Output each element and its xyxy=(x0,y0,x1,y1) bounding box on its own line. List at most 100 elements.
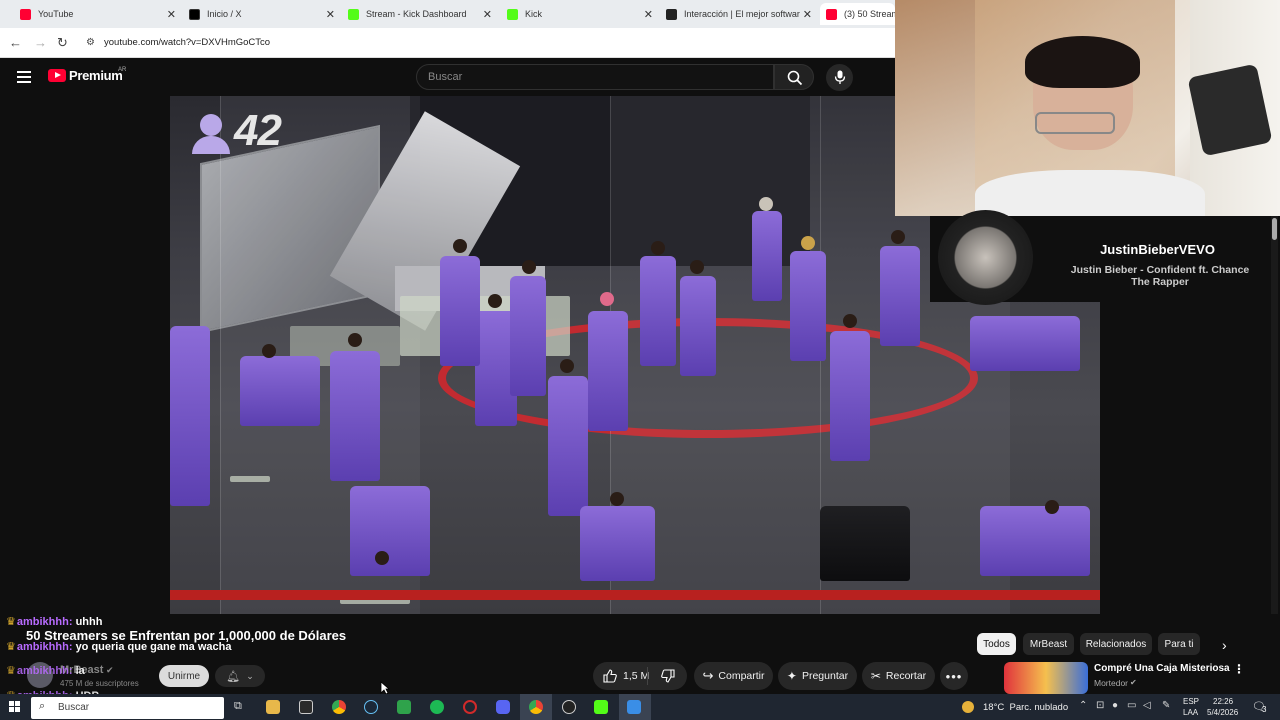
browser-tab[interactable]: Stream - Kick Dashboard ✕ xyxy=(348,3,496,25)
chat-message: ♛ambikhhh: la xyxy=(6,664,85,677)
contestant-head xyxy=(801,236,815,250)
reload-icon[interactable]: ↻ xyxy=(57,35,68,51)
chip-mrbeast[interactable]: MrBeast xyxy=(1023,633,1074,655)
contestant-head xyxy=(610,492,624,506)
search-input[interactable]: Buscar xyxy=(416,64,774,90)
store-icon[interactable] xyxy=(299,700,313,714)
file-explorer-icon[interactable] xyxy=(266,700,280,714)
chrome-icon[interactable] xyxy=(332,700,346,714)
chip-relacionados[interactable]: Relacionados xyxy=(1080,633,1152,655)
share-button[interactable]: ↪ Compartir xyxy=(694,662,773,690)
contestant-head xyxy=(843,314,857,328)
subscribed-button[interactable]: 🔔︎ ⌄ xyxy=(215,665,265,687)
contestant-head xyxy=(1045,500,1059,514)
join-button[interactable]: Unirme xyxy=(159,665,209,687)
pen-icon[interactable]: ✎ xyxy=(1162,700,1170,711)
app-icon[interactable] xyxy=(397,700,411,714)
taskbar-search[interactable]: ⌕ Buscar xyxy=(31,697,224,719)
verified-icon: ✔ xyxy=(1130,678,1137,687)
browser-tab-active[interactable]: (3) 50 Streamer xyxy=(820,3,895,25)
voice-search-button[interactable] xyxy=(826,64,853,91)
steam-icon[interactable] xyxy=(364,700,378,714)
browser-tab[interactable]: Kick ✕ xyxy=(507,3,657,25)
contestant-head xyxy=(262,344,276,358)
contestant-black xyxy=(820,506,910,581)
contestant-head xyxy=(759,197,773,211)
like-count: 1,5 M xyxy=(623,670,650,682)
lang-code-2[interactable]: LAA xyxy=(1183,708,1198,717)
chip-todos[interactable]: Todos xyxy=(977,633,1016,655)
site-info-icon[interactable]: ⚙ xyxy=(86,37,95,48)
crown-icon: ♛ xyxy=(6,665,16,677)
more-actions-button[interactable]: ••• xyxy=(940,662,968,690)
forward-icon[interactable]: → xyxy=(34,35,47,50)
contestant-head xyxy=(690,260,704,274)
windows-start-icon[interactable] xyxy=(9,701,21,713)
close-tab-icon[interactable]: ✕ xyxy=(483,8,492,21)
chevron-right-icon[interactable]: › xyxy=(1222,637,1227,653)
ask-button[interactable]: ✦ Preguntar xyxy=(778,662,857,690)
premium-logo[interactable]: Premium xyxy=(69,68,123,83)
now-playing-song: Justin Bieber - Confident ft. Chance The… xyxy=(1070,264,1250,288)
chevron-up-icon[interactable]: ⌃ xyxy=(1079,700,1087,711)
contestant xyxy=(680,276,716,376)
network-icon[interactable]: ⊡ xyxy=(1096,700,1104,711)
chip-para-ti[interactable]: Para ti xyxy=(1158,633,1200,655)
clock-time[interactable]: 22:26 xyxy=(1213,697,1233,706)
url-field[interactable]: youtube.com/watch?v=DXVHmGoCTco xyxy=(104,37,270,48)
verified-icon: ✔ xyxy=(106,665,114,675)
chrome-icon[interactable] xyxy=(529,700,543,714)
clip-button[interactable]: ✂ Recortar xyxy=(862,662,935,690)
chat-text: uhhh xyxy=(75,616,103,628)
region-code: AR xyxy=(118,67,127,73)
clock-date[interactable]: 5/4/2026 xyxy=(1207,708,1238,717)
weather-text[interactable]: 18°C Parc. nublado xyxy=(983,702,1068,713)
contestant xyxy=(752,211,782,301)
close-tab-icon[interactable]: ✕ xyxy=(326,8,335,21)
app-icon[interactable] xyxy=(627,700,641,714)
like-button[interactable]: 1,5 M xyxy=(593,662,687,690)
browser-tab[interactable]: YouTube ✕ xyxy=(20,3,180,25)
search-button[interactable] xyxy=(774,64,814,90)
chat-user: ambikhhh: xyxy=(16,641,73,653)
close-tab-icon[interactable]: ✕ xyxy=(167,8,176,21)
contestant xyxy=(588,311,628,431)
browser-tab[interactable]: Inicio / X ✕ xyxy=(189,3,339,25)
close-tab-icon[interactable]: ✕ xyxy=(799,7,812,21)
close-tab-icon[interactable]: ✕ xyxy=(644,8,653,21)
kick-favicon-icon xyxy=(348,8,359,20)
tab-title: Kick xyxy=(525,9,543,19)
recommended-title[interactable]: Compré Una Caja Misteriosa xyxy=(1094,663,1230,674)
menu-icon[interactable] xyxy=(17,71,31,83)
kick-icon[interactable] xyxy=(594,700,608,714)
contestant xyxy=(170,326,210,506)
weather-icon[interactable] xyxy=(962,701,974,713)
contestant xyxy=(510,276,546,396)
back-icon[interactable]: ← xyxy=(9,35,22,50)
dislike-icon[interactable] xyxy=(661,669,675,683)
youtube-favicon-icon xyxy=(826,8,837,20)
lang-code-1[interactable]: ESP xyxy=(1183,697,1199,706)
like-icon xyxy=(603,669,617,683)
crown-icon: ♛ xyxy=(6,641,16,653)
discord-icon[interactable] xyxy=(496,700,510,714)
opera-icon[interactable] xyxy=(463,700,477,714)
task-view-icon[interactable]: ⧉ xyxy=(234,700,242,713)
contestant xyxy=(640,256,676,366)
chat-text: la xyxy=(75,665,85,677)
recommended-menu-icon[interactable]: ⋮ xyxy=(1233,662,1245,676)
mouse-cursor-icon xyxy=(380,681,390,695)
browser-tab[interactable]: Interacción | El mejor software ✕ xyxy=(666,3,816,25)
share-icon: ↪ xyxy=(702,668,714,683)
volume-icon[interactable]: ◁ xyxy=(1143,700,1151,711)
spotify-icon[interactable] xyxy=(430,700,444,714)
chat-text: yo queria que gane ma wacha xyxy=(75,641,232,653)
sparkle-icon: ✦ xyxy=(786,669,797,683)
mic-tray-icon[interactable]: ● xyxy=(1112,700,1118,711)
recommended-channel[interactable]: Mortedor xyxy=(1094,678,1128,688)
recommended-thumbnail[interactable] xyxy=(1004,662,1088,694)
battery-icon[interactable]: ▭ xyxy=(1127,700,1136,711)
streamer-shirt xyxy=(975,170,1205,216)
obs-icon[interactable] xyxy=(562,700,576,714)
youtube-logo-icon[interactable] xyxy=(48,69,66,82)
